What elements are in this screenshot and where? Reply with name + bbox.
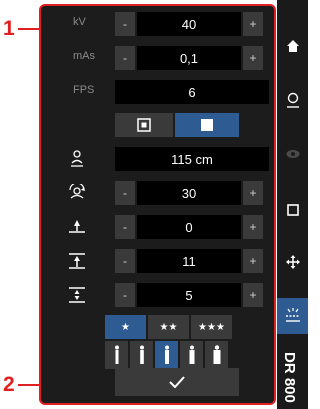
mas-decrease-button[interactable]: - [115,46,135,70]
exposure-panel: kV - 40 + mAs - 0,1 + FPS 6 115 cm - 30 … [39,4,276,405]
expand-vertical-icon [63,283,91,307]
fps-label: FPS [73,84,95,96]
checkmark-icon [169,376,185,388]
body-medium-icon [164,345,169,364]
height-a-decrease-button[interactable]: - [115,215,135,239]
frame-button[interactable] [277,192,308,228]
distance-row: 115 cm [41,147,274,171]
body-small-icon [139,345,144,364]
mas-label: mAs [73,50,95,62]
kv-decrease-button[interactable]: - [115,12,135,36]
quality-2-button[interactable]: ★★ [148,315,189,339]
home-button[interactable] [277,28,308,64]
body-size-row [41,341,274,369]
quality-3-button[interactable]: ★★★ [191,315,232,339]
home-icon [286,40,299,52]
mas-value: 0,1 [137,46,241,70]
height-b-increase-button[interactable]: + [243,249,263,273]
kv-value: 40 [137,12,241,36]
height-b-value: 11 [137,249,241,273]
move-button[interactable] [277,244,308,280]
device-name-label: DR 800 [281,352,298,403]
distance-person-icon [63,147,91,171]
height-c-row: - 5 + [41,283,274,307]
view-button[interactable] [277,136,308,172]
quality-row: ★ ★★ ★★★ [41,315,274,339]
body-large-icon [189,345,194,364]
height-c-value: 5 [137,283,241,307]
callout-1: 1 [3,17,15,40]
patient-button[interactable] [277,82,308,118]
rotation-increase-button[interactable]: + [243,181,263,205]
height-b-row: - 11 + [41,249,274,273]
body-size-2-button[interactable] [130,341,153,369]
body-size-1-button[interactable] [105,341,128,369]
distance-value[interactable]: 115 cm [115,147,269,171]
height-a-increase-button[interactable]: + [243,215,263,239]
kv-row: kV - 40 + [41,12,274,36]
rotation-icon [63,181,91,205]
collimation-button[interactable] [277,298,308,334]
quality-1-button[interactable]: ★ [105,315,146,339]
rotation-decrease-button[interactable]: - [115,181,135,205]
arrow-up-line-icon [63,215,91,239]
body-xlarge-icon [213,345,220,364]
right-sidebar [277,0,308,409]
eye-icon [286,150,299,158]
rotation-row: - 30 + [41,181,274,205]
mas-row: mAs - 0,1 + [41,46,274,70]
height-c-increase-button[interactable]: + [243,283,263,307]
height-a-row: - 0 + [41,215,274,239]
fps-row: FPS 6 [41,80,274,104]
rotation-value: 30 [137,181,241,205]
small-field-button[interactable] [115,113,173,137]
move-arrows-icon [285,255,300,269]
height-a-value: 0 [137,215,241,239]
large-field-icon [201,119,213,131]
callout-2: 2 [3,373,15,396]
square-icon [286,204,299,216]
fps-value[interactable]: 6 [115,80,269,104]
body-size-3-button[interactable] [155,341,178,369]
kv-label: kV [73,16,86,28]
mode-row [41,113,274,137]
mas-increase-button[interactable]: + [243,46,263,70]
large-field-button[interactable] [175,113,239,137]
kv-increase-button[interactable]: + [243,12,263,36]
small-field-icon [137,118,151,132]
arrow-up-between-lines-icon [63,249,91,273]
person-icon [286,92,299,108]
height-b-decrease-button[interactable]: - [115,249,135,273]
body-size-5-button[interactable] [205,341,228,369]
confirm-button[interactable] [115,368,239,396]
collimation-icon [285,308,300,322]
callout-1-line [18,28,40,30]
height-c-decrease-button[interactable]: - [115,283,135,307]
body-slim-icon [114,345,119,364]
body-size-4-button[interactable] [180,341,203,369]
